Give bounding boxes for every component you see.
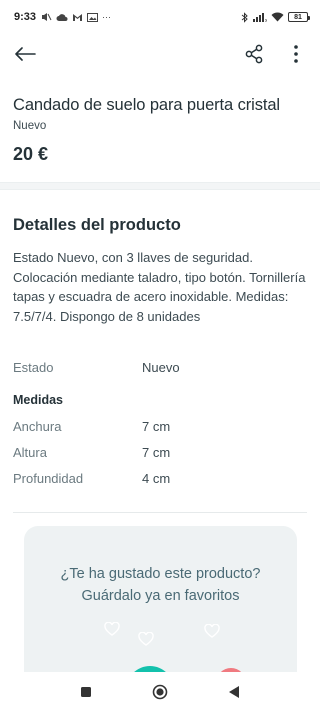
mute-icon	[42, 13, 52, 21]
spec-value: 7 cm	[142, 445, 171, 460]
recent-apps-button[interactable]	[77, 683, 95, 701]
product-price: 20 €	[13, 144, 49, 164]
status-time: 9:33	[14, 11, 37, 23]
favorites-promo-question: ¿Te ha gustado este producto?	[60, 566, 261, 582]
heart-outline-icon	[138, 632, 154, 646]
measures-heading: Medidas	[13, 393, 64, 407]
battery-level: 81	[294, 13, 302, 21]
product-description: Estado Nuevo, con 3 llaves de seguridad.…	[13, 250, 306, 324]
spec-label: Anchura	[13, 419, 62, 434]
signal-icon: x	[253, 13, 267, 22]
heart-outline-icon	[104, 622, 120, 636]
section-divider	[0, 182, 320, 190]
spec-label: Altura	[13, 445, 47, 460]
product-condition: Nuevo	[13, 120, 47, 132]
spec-value: Nuevo	[142, 360, 180, 375]
divider-line	[13, 512, 307, 513]
share-icon	[245, 44, 263, 64]
picture-icon	[87, 12, 99, 22]
product-title: Candado de suelo para puerta cristal	[13, 96, 280, 114]
kebab-menu-icon	[294, 45, 298, 63]
spec-row-estado: Estado Nuevo	[13, 360, 307, 375]
spec-row-profundidad: Profundidad 4 cm	[13, 471, 307, 486]
home-button[interactable]	[151, 683, 169, 701]
spec-value: 4 cm	[142, 471, 171, 486]
gmail-icon	[73, 13, 83, 21]
battery-indicator: 81	[288, 12, 310, 22]
spec-row-altura: Altura 7 cm	[13, 445, 307, 460]
cloud-icon	[56, 13, 68, 21]
details-section-title: Detalles del producto	[13, 216, 181, 234]
top-navigation	[0, 34, 320, 74]
arrow-left-icon	[15, 47, 36, 61]
spec-label: Estado	[13, 360, 54, 375]
bluetooth-icon	[241, 11, 248, 23]
spec-label: Profundidad	[13, 471, 84, 486]
svg-text:x: x	[265, 18, 267, 22]
square-icon	[81, 686, 91, 697]
back-button[interactable]	[12, 41, 38, 67]
system-navigation-bar	[0, 672, 320, 711]
more-options-button[interactable]	[284, 42, 308, 66]
spec-row-anchura: Anchura 7 cm	[13, 419, 307, 434]
wifi-icon	[271, 12, 284, 22]
favorites-promo-cta: Guárdalo ya en favoritos	[81, 588, 240, 604]
back-system-button[interactable]	[225, 683, 243, 701]
circle-icon	[152, 684, 168, 699]
status-bar: 9:33 ··· x 81	[0, 0, 320, 34]
share-button[interactable]	[242, 42, 266, 66]
triangle-back-icon	[229, 685, 239, 698]
status-more: ···	[102, 12, 112, 22]
spec-value: 7 cm	[142, 419, 171, 434]
heart-outline-icon	[204, 624, 220, 638]
